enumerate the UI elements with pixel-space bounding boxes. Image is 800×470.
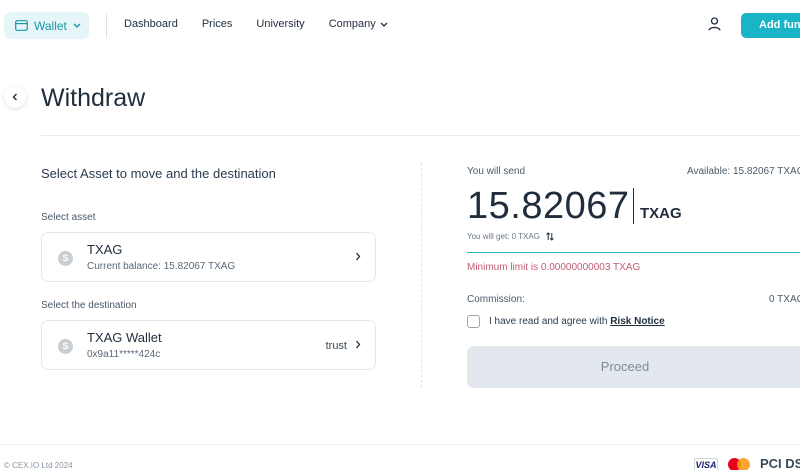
back-button[interactable] bbox=[4, 86, 26, 108]
chevron-down-icon bbox=[380, 22, 388, 27]
proceed-button[interactable]: Proceed bbox=[467, 346, 800, 388]
agree-text-row: I have read and agree with Risk Notice bbox=[489, 316, 665, 327]
asset-balance: Current balance: 15.82067 TXAG bbox=[87, 261, 236, 272]
visa-logo: VISA bbox=[694, 458, 718, 470]
user-icon[interactable] bbox=[708, 17, 721, 36]
wallet-icon bbox=[15, 20, 28, 31]
asset-name: TXAG bbox=[87, 242, 123, 257]
commission-value: 0 TXAG bbox=[769, 294, 800, 305]
wallet-menu-button[interactable]: Wallet bbox=[4, 12, 89, 39]
risk-agree-checkbox[interactable] bbox=[467, 315, 480, 328]
copyright: © CEX.IO Ltd 2024 bbox=[4, 461, 73, 470]
nav-prices-label: Prices bbox=[201, 18, 233, 30]
pci-dss-logo: PCI DSS bbox=[760, 456, 800, 470]
send-label: You will send bbox=[467, 166, 526, 177]
column-divider bbox=[421, 163, 422, 388]
swap-icon[interactable] bbox=[546, 232, 554, 241]
nav-dashboard-label: Dashboard bbox=[124, 18, 178, 30]
chevron-right-icon bbox=[356, 340, 361, 349]
nav-university-label: University bbox=[256, 18, 305, 30]
select-destination-label: Select the destination bbox=[41, 300, 137, 311]
will-get-text: You will get: 0 TXAG bbox=[467, 232, 540, 241]
wallet-label: Wallet bbox=[34, 18, 67, 33]
agree-text: I have read and agree with bbox=[489, 316, 608, 327]
nav-dashboard[interactable]: Dashboard bbox=[124, 18, 178, 30]
destination-address: 0x9a11*****424c bbox=[87, 349, 161, 360]
coin-icon: S bbox=[58, 251, 73, 266]
title-divider bbox=[41, 135, 800, 136]
mastercard-logo bbox=[728, 458, 752, 470]
nav-company[interactable]: Company bbox=[329, 18, 388, 30]
header-divider bbox=[106, 14, 107, 38]
top-header: Wallet Dashboard Prices University Compa… bbox=[0, 0, 800, 52]
section-heading: Select Asset to move and the destination bbox=[41, 166, 276, 181]
add-funds-button[interactable]: Add funds bbox=[741, 13, 800, 38]
destination-tag: trust bbox=[325, 340, 347, 352]
nav-company-label: Company bbox=[328, 18, 376, 30]
amount-underline bbox=[467, 252, 800, 253]
page-title: Withdraw bbox=[41, 84, 146, 112]
chevron-right-icon bbox=[356, 252, 361, 261]
available-balance: Available: 15.82067 TXAG bbox=[687, 166, 800, 177]
amount-input[interactable]: 15.82067 bbox=[467, 185, 630, 228]
destination-selector[interactable]: S TXAG Wallet 0x9a11*****424c trust bbox=[41, 320, 376, 370]
footer-divider bbox=[0, 444, 800, 445]
nav-prices[interactable]: Prices bbox=[202, 18, 233, 30]
risk-notice-link[interactable]: Risk Notice bbox=[610, 316, 664, 327]
text-caret bbox=[633, 188, 634, 224]
min-limit-warning: Minimum limit is 0.00000000003 TXAG bbox=[467, 262, 641, 273]
nav-university[interactable]: University bbox=[256, 18, 304, 30]
commission-label: Commission: bbox=[467, 294, 525, 305]
destination-name: TXAG Wallet bbox=[87, 330, 162, 345]
amount-unit: TXAG bbox=[640, 205, 682, 222]
main-nav: Dashboard Prices University Company bbox=[124, 18, 412, 30]
select-asset-label: Select asset bbox=[41, 212, 96, 223]
coin-icon: S bbox=[58, 339, 73, 354]
chevron-left-icon bbox=[12, 93, 17, 101]
asset-selector[interactable]: S TXAG Current balance: 15.82067 TXAG bbox=[41, 232, 376, 282]
chevron-down-icon bbox=[73, 23, 81, 28]
will-get-row: You will get: 0 TXAG bbox=[467, 232, 554, 241]
